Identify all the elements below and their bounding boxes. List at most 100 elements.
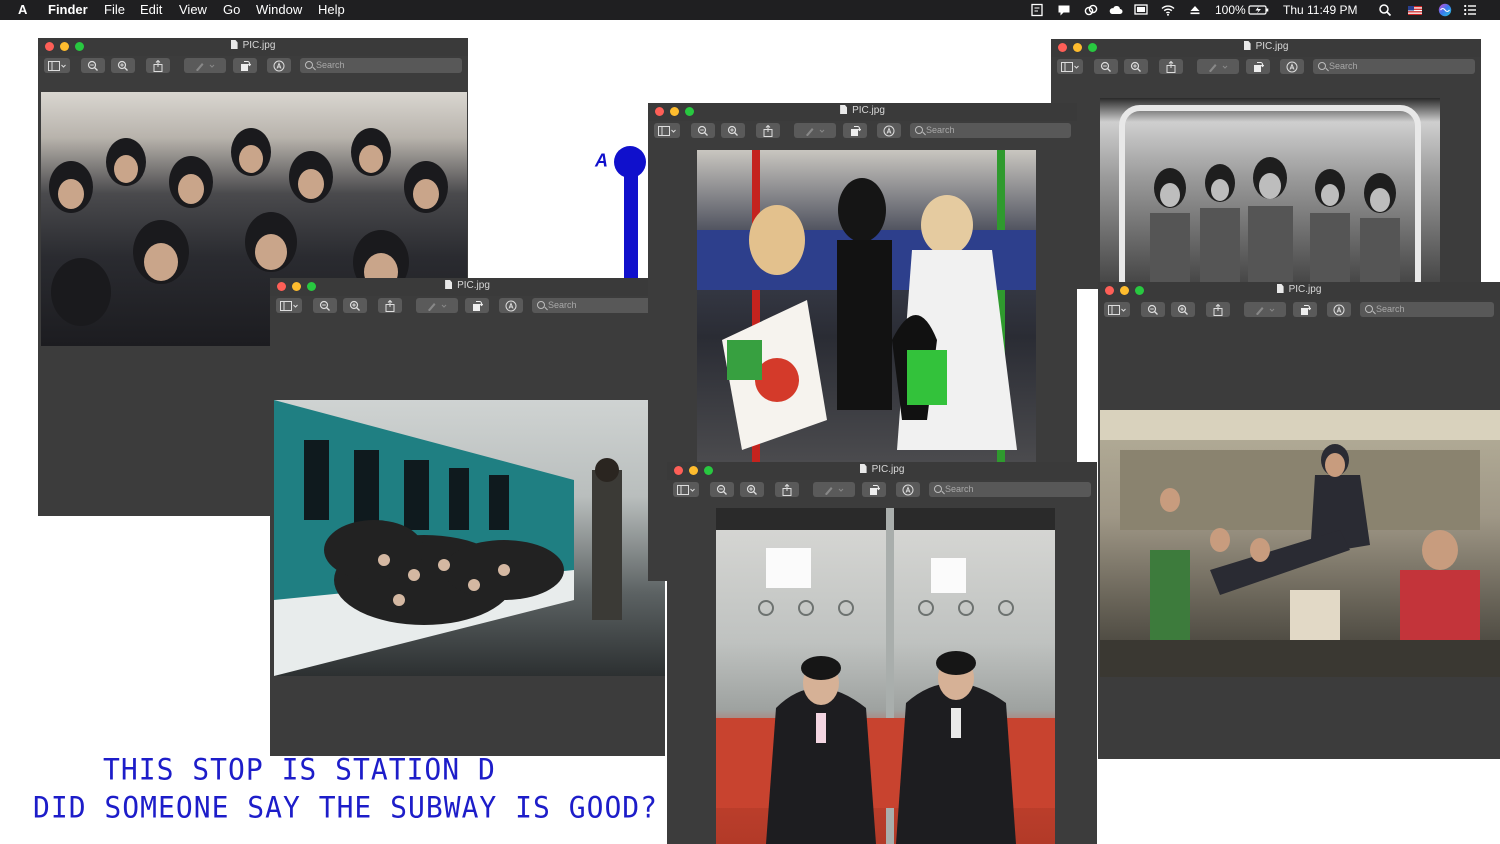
zoom-out-button[interactable] — [81, 58, 105, 73]
wifi-icon[interactable] — [1161, 3, 1175, 17]
annotate-button[interactable] — [1280, 59, 1304, 74]
search-field[interactable]: Search — [910, 123, 1071, 138]
notes-icon[interactable] — [1030, 3, 1044, 17]
menu-bar: A Finder File Edit View Go Window Help 1… — [0, 0, 1500, 20]
share-button[interactable] — [146, 58, 170, 73]
title-bar[interactable]: PIC.jpg — [1098, 282, 1500, 300]
search-field[interactable]: Search — [532, 298, 659, 313]
control-center-icon[interactable] — [1463, 3, 1477, 17]
zoom-in-button[interactable] — [343, 298, 367, 313]
metro-pile-photo — [274, 400, 665, 676]
search-field[interactable]: Search — [1360, 302, 1494, 317]
zoom-out-button[interactable] — [1094, 59, 1118, 74]
clock[interactable]: Thu 11:49 PM — [1283, 3, 1357, 17]
window-title: PIC.jpg — [38, 40, 468, 51]
title-bar[interactable]: PIC.jpg — [667, 462, 1097, 480]
search-placeholder: Search — [316, 60, 345, 70]
menu-window[interactable]: Window — [256, 2, 302, 17]
image-canvas — [270, 316, 665, 756]
zoom-out-button[interactable] — [313, 298, 337, 313]
title-bar[interactable]: PIC.jpg — [38, 38, 468, 56]
window-title: PIC.jpg — [270, 280, 665, 291]
search-field[interactable]: Search — [300, 58, 462, 73]
annotate-button[interactable] — [877, 123, 901, 138]
toolbar: Search — [1098, 300, 1500, 320]
markup-pen-button[interactable] — [184, 58, 226, 73]
annotate-button[interactable] — [499, 298, 523, 313]
app-menu-finder[interactable]: Finder — [48, 2, 88, 17]
toolbar: Search — [648, 121, 1077, 141]
rotate-button[interactable] — [843, 123, 867, 138]
title-bar[interactable]: PIC.jpg — [648, 103, 1077, 121]
menu-view[interactable]: View — [179, 2, 207, 17]
window-title: PIC.jpg — [667, 464, 1097, 475]
preview-window-sleeping[interactable]: PIC.jpg Search — [667, 462, 1097, 844]
share-button[interactable] — [378, 298, 402, 313]
search-icon — [537, 301, 545, 309]
apple-menu[interactable]: A — [18, 2, 27, 17]
rotate-button[interactable] — [233, 58, 257, 73]
image-canvas — [667, 500, 1097, 844]
chat-icon[interactable] — [1057, 3, 1071, 17]
title-bar[interactable]: PIC.jpg — [270, 278, 665, 296]
rotate-button[interactable] — [1293, 302, 1317, 317]
menu-go[interactable]: Go — [223, 2, 240, 17]
title-bar[interactable]: PIC.jpg — [1051, 39, 1481, 57]
document-icon — [840, 105, 848, 114]
menu-file[interactable]: File — [104, 2, 125, 17]
cloud-icon[interactable] — [1109, 3, 1123, 17]
creative-cloud-icon[interactable] — [1084, 3, 1098, 17]
metro-line-letter: A — [595, 149, 609, 171]
menu-edit[interactable]: Edit — [140, 2, 162, 17]
annotate-button[interactable] — [1327, 302, 1351, 317]
search-placeholder: Search — [1376, 304, 1405, 314]
rotate-button[interactable] — [1246, 59, 1270, 74]
zoom-in-button[interactable] — [111, 58, 135, 73]
pizza-bride-photo — [697, 150, 1036, 462]
zoom-out-button[interactable] — [1141, 302, 1165, 317]
share-button[interactable] — [1159, 59, 1183, 74]
preview-window-bw-subway[interactable]: PIC.jpg Search — [1051, 39, 1481, 289]
toolbar: Search — [38, 56, 468, 76]
sidebar-toggle-button[interactable] — [673, 482, 699, 497]
share-button[interactable] — [756, 123, 780, 138]
markup-pen-button[interactable] — [1197, 59, 1239, 74]
zoom-in-button[interactable] — [1171, 302, 1195, 317]
markup-pen-button[interactable] — [813, 482, 855, 497]
eject-icon[interactable] — [1188, 3, 1202, 17]
markup-pen-button[interactable] — [416, 298, 458, 313]
document-icon — [1276, 284, 1284, 293]
share-button[interactable] — [1206, 302, 1230, 317]
sidebar-toggle-button[interactable] — [44, 58, 70, 73]
window-title: PIC.jpg — [1098, 284, 1500, 295]
markup-pen-button[interactable] — [794, 123, 836, 138]
display-icon[interactable] — [1134, 3, 1148, 17]
sidebar-toggle-button[interactable] — [276, 298, 302, 313]
search-field[interactable]: Search — [1313, 59, 1475, 74]
zoom-in-button[interactable] — [740, 482, 764, 497]
annotate-button[interactable] — [896, 482, 920, 497]
rotate-button[interactable] — [862, 482, 886, 497]
share-button[interactable] — [775, 482, 799, 497]
zoom-in-button[interactable] — [1124, 59, 1148, 74]
preview-window-legs-up[interactable]: PIC.jpg Search — [1098, 282, 1500, 759]
spotlight-search-icon[interactable] — [1378, 3, 1392, 17]
preview-window-metro-pile[interactable]: PIC.jpg Search — [270, 278, 665, 756]
flag-icon[interactable] — [1407, 3, 1423, 17]
menu-help[interactable]: Help — [318, 2, 345, 17]
markup-pen-button[interactable] — [1244, 302, 1286, 317]
toolbar: Search — [667, 480, 1097, 500]
rotate-button[interactable] — [465, 298, 489, 313]
annotate-button[interactable] — [267, 58, 291, 73]
sidebar-toggle-button[interactable] — [1104, 302, 1130, 317]
zoom-out-button[interactable] — [710, 482, 734, 497]
sidebar-toggle-button[interactable] — [1057, 59, 1083, 74]
sidebar-toggle-button[interactable] — [654, 123, 680, 138]
search-field[interactable]: Search — [929, 482, 1091, 497]
toolbar: Search — [270, 296, 665, 316]
battery-icon[interactable] — [1248, 3, 1270, 17]
zoom-in-button[interactable] — [721, 123, 745, 138]
zoom-out-button[interactable] — [691, 123, 715, 138]
siri-icon[interactable] — [1438, 3, 1452, 17]
caption-line-2: DID SOMEONE SAY THE SUBWAY IS GOOD? — [33, 790, 659, 825]
